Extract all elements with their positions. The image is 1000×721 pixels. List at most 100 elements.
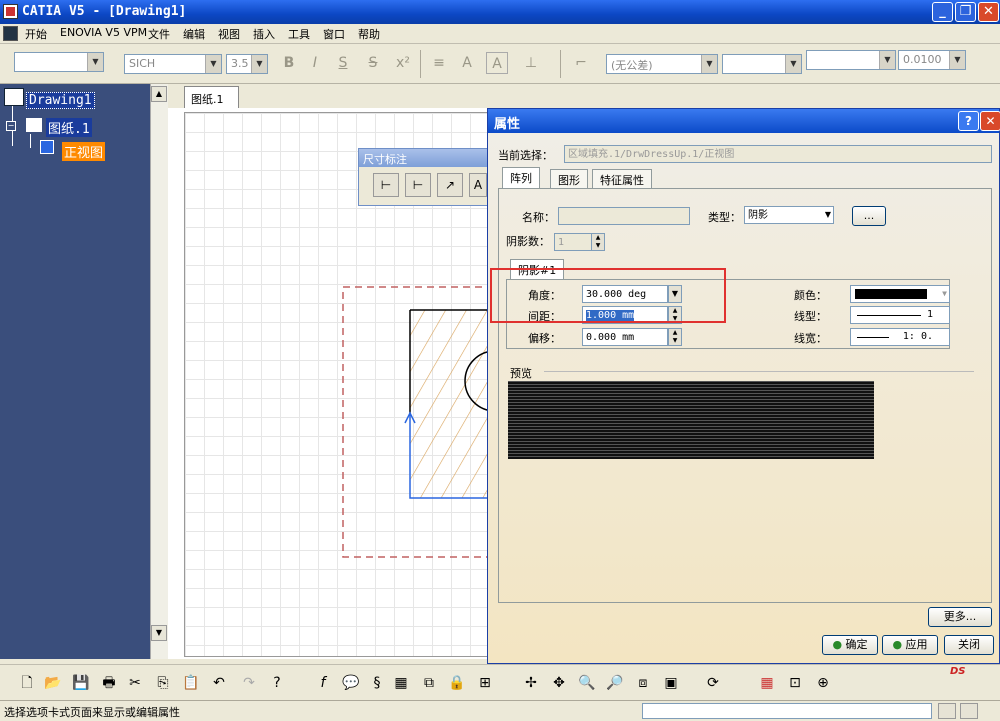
status-button-1[interactable]	[938, 703, 956, 719]
collapse-icon[interactable]: −	[6, 121, 16, 131]
fit-all-icon[interactable]: ✢	[520, 672, 542, 694]
menu-edit[interactable]: 编辑	[179, 26, 209, 42]
refresh-icon[interactable]: ⟳	[702, 672, 724, 694]
dimension-icon[interactable]: ⊢	[373, 173, 399, 197]
menu-help[interactable]: 帮助	[354, 26, 384, 42]
menu-tools[interactable]: 工具	[284, 26, 314, 42]
hatch-count-spinner[interactable]: ▲ ▼	[591, 233, 605, 251]
catia-app-icon[interactable]	[3, 4, 18, 19]
print-icon[interactable]: 🖶	[98, 672, 120, 694]
undo-icon[interactable]: ↶	[208, 672, 230, 694]
scroll-up-icon[interactable]: ▲	[151, 86, 167, 102]
font-size-combo[interactable]: 3.5 ▼	[226, 54, 268, 74]
type-combo[interactable]: 阴影 ▼	[744, 206, 834, 224]
image-icon[interactable]: ▣	[660, 672, 682, 694]
close-icon[interactable]: ✕	[980, 111, 1000, 131]
color-swatch	[855, 289, 927, 299]
current-selection-combo[interactable]: 区域填充.1/DrwDressUp.1/正视图	[564, 145, 992, 163]
numeric-format-combo[interactable]: ▼	[806, 50, 896, 70]
dimension-toolbar-title: 尺寸标注	[359, 149, 487, 167]
menu-start[interactable]: 开始	[21, 26, 51, 42]
minimize-button[interactable]: _	[932, 2, 953, 22]
paste-icon[interactable]: 📋	[180, 672, 202, 694]
linewidth-combo[interactable]: 1: 0.	[850, 328, 950, 346]
redo-icon[interactable]: ↷	[238, 672, 260, 694]
tab-graphic[interactable]: 图形	[550, 169, 588, 189]
document-tab-strip	[168, 84, 1000, 108]
cut-icon[interactable]: ✂	[124, 672, 146, 694]
close-window-button[interactable]: ✕	[978, 2, 999, 22]
menu-window[interactable]: 窗口	[319, 26, 349, 42]
pan-icon[interactable]: ✥	[548, 672, 570, 694]
hatch-count-field[interactable]: 1	[554, 233, 592, 251]
menu-view[interactable]: 视图	[214, 26, 244, 42]
tolerance-value-combo[interactable]: ▼	[722, 54, 802, 74]
menu-enovia[interactable]: ENOVIA V5 VPM	[56, 26, 151, 39]
tab-feature-properties[interactable]: 特征属性	[592, 169, 652, 189]
bold-icon[interactable]: B	[278, 52, 300, 74]
table-icon[interactable]: ▦	[390, 672, 412, 694]
ok-button[interactable]: ● 确定	[822, 635, 878, 655]
name-field[interactable]	[558, 207, 690, 225]
copy-icon[interactable]: ⎘	[152, 672, 174, 694]
formula-icon[interactable]: f	[312, 672, 334, 694]
tree-scrollbar[interactable]: ▲ ▼	[150, 84, 168, 659]
tree-node-sheet[interactable]: 图纸.1	[46, 118, 92, 137]
strikethrough-icon[interactable]: S	[362, 52, 384, 74]
save-icon[interactable]: 💾	[70, 672, 92, 694]
style-combo[interactable]: ▼	[14, 52, 104, 72]
scroll-down-icon[interactable]: ▼	[151, 625, 167, 641]
menu-file[interactable]: 文件	[144, 26, 174, 42]
snap-icon[interactable]: ⊡	[784, 672, 806, 694]
superscript-icon[interactable]: x²	[392, 52, 414, 74]
hatch-area[interactable]	[410, 310, 495, 498]
chevron-down-icon: ▼	[87, 53, 103, 71]
italic-icon[interactable]: I	[304, 52, 326, 74]
grid-icon[interactable]: ▦	[756, 672, 778, 694]
view-icon[interactable]: ⧈	[632, 672, 654, 694]
align-icon[interactable]: ≡	[428, 52, 450, 74]
tree-node-front-view[interactable]: 正视图	[62, 142, 106, 161]
tolerance-icon[interactable]: ⌐	[570, 52, 592, 74]
frame-text-icon[interactable]: A	[486, 52, 508, 74]
help-button[interactable]: ?	[958, 111, 979, 131]
zoom-out-icon[interactable]: 🔎	[604, 672, 626, 694]
offset-spinner[interactable]: ▲ ▼	[668, 328, 682, 346]
whats-this-icon[interactable]: ?	[266, 672, 288, 694]
apply-button[interactable]: ● 应用	[882, 635, 938, 655]
open-folder-icon[interactable]: 📂	[42, 672, 64, 694]
close-button[interactable]: 关闭	[944, 635, 994, 655]
new-file-icon[interactable]: 🗋	[16, 672, 38, 694]
status-button-2[interactable]	[960, 703, 978, 719]
tree-structure-icon[interactable]: ⧉	[418, 672, 440, 694]
dimension-toolbar[interactable]: 尺寸标注 ⊢ ⊢ ↗ A	[358, 148, 488, 206]
tree-node-drawing[interactable]: Drawing1	[26, 92, 95, 109]
color-combo[interactable]: ▼	[850, 285, 950, 303]
document-menu-icon[interactable]	[3, 26, 18, 41]
tab-array[interactable]: 阵列	[502, 167, 540, 189]
menu-insert[interactable]: 插入	[249, 26, 279, 42]
font-name-combo[interactable]: SICH ▼	[124, 54, 222, 74]
comment-icon[interactable]: 💬	[340, 672, 362, 694]
anchor-icon[interactable]: A	[456, 52, 478, 74]
text-icon[interactable]: A	[469, 173, 487, 197]
menu-bar: 开始 ENOVIA V5 VPM 文件 编辑 视图 插入 工具 窗口 帮助	[0, 24, 1000, 44]
tab-sheet-1[interactable]: 图纸.1	[184, 86, 239, 108]
catalog-icon[interactable]: ⊞	[474, 672, 496, 694]
more-button[interactable]: 更多...	[928, 607, 992, 627]
analysis-icon[interactable]: ⊕	[812, 672, 834, 694]
insert-symbol-icon[interactable]: ⊥	[520, 52, 542, 74]
precision-combo[interactable]: 0.0100 ▼	[898, 50, 966, 70]
chained-dimension-icon[interactable]: ⊢	[405, 173, 431, 197]
linetype-combo[interactable]: 1	[850, 306, 950, 324]
lock-icon[interactable]: 🔒	[446, 672, 468, 694]
leader-icon[interactable]: ↗	[437, 173, 463, 197]
link-icon[interactable]: §	[366, 672, 388, 694]
tolerance-combo[interactable]: (无公差) ▼	[606, 54, 718, 74]
offset-field[interactable]: 0.000 mm	[582, 328, 668, 346]
command-input[interactable]	[642, 703, 932, 719]
zoom-in-icon[interactable]: 🔍	[576, 672, 598, 694]
type-options-button[interactable]: ...	[852, 206, 886, 226]
underline-icon[interactable]: S	[332, 52, 354, 74]
restore-button[interactable]: ❐	[955, 2, 976, 22]
